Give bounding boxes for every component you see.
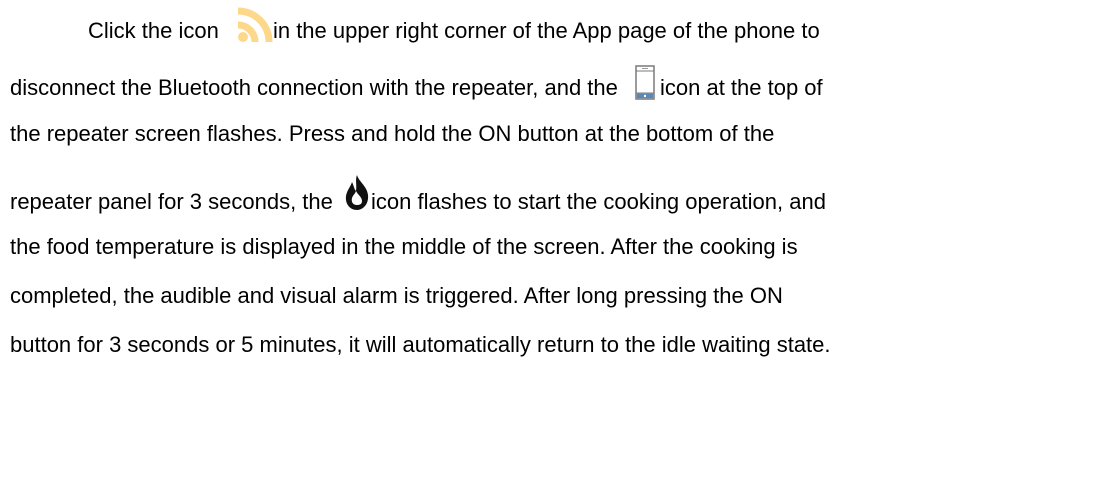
paragraph-line-3: the repeater screen flashes. Press and h…: [10, 120, 774, 148]
line-3-text: the repeater screen flashes. Press and h…: [10, 121, 775, 146]
paragraph-line-4: repeater panel for 3 seconds, the icon f…: [10, 175, 826, 214]
paragraph-line-5: the food temperature is displayed in the…: [10, 233, 798, 261]
line-6-text: completed, the audible and visual alarm …: [10, 283, 783, 308]
phone-icon: [632, 65, 658, 101]
line-2-before: disconnect the Bluetooth connection with…: [10, 74, 624, 100]
line-1-after: in the upper right corner of the App pag…: [272, 17, 820, 43]
flame-icon: [343, 174, 371, 212]
paragraph-line-2: disconnect the Bluetooth connection with…: [10, 65, 823, 100]
paragraph-line-7: button for 3 seconds or 5 minutes, it wi…: [10, 331, 831, 359]
line-7-text: button for 3 seconds or 5 minutes, it wi…: [10, 332, 831, 357]
wifi-signal-icon: [237, 5, 273, 43]
line-1-before: Click the icon: [88, 17, 225, 43]
line-4-after: icon flashes to start the cooking operat…: [371, 188, 826, 214]
line-2-after: icon at the top of: [659, 74, 823, 100]
instruction-paragraph: Click the icon in the upper right corner…: [0, 0, 1112, 481]
paragraph-line-1: Click the icon in the upper right corner…: [88, 7, 820, 43]
line-5-text: the food temperature is displayed in the…: [10, 234, 798, 259]
line-4-before: repeater panel for 3 seconds, the: [10, 188, 339, 214]
paragraph-line-6: completed, the audible and visual alarm …: [10, 282, 783, 310]
